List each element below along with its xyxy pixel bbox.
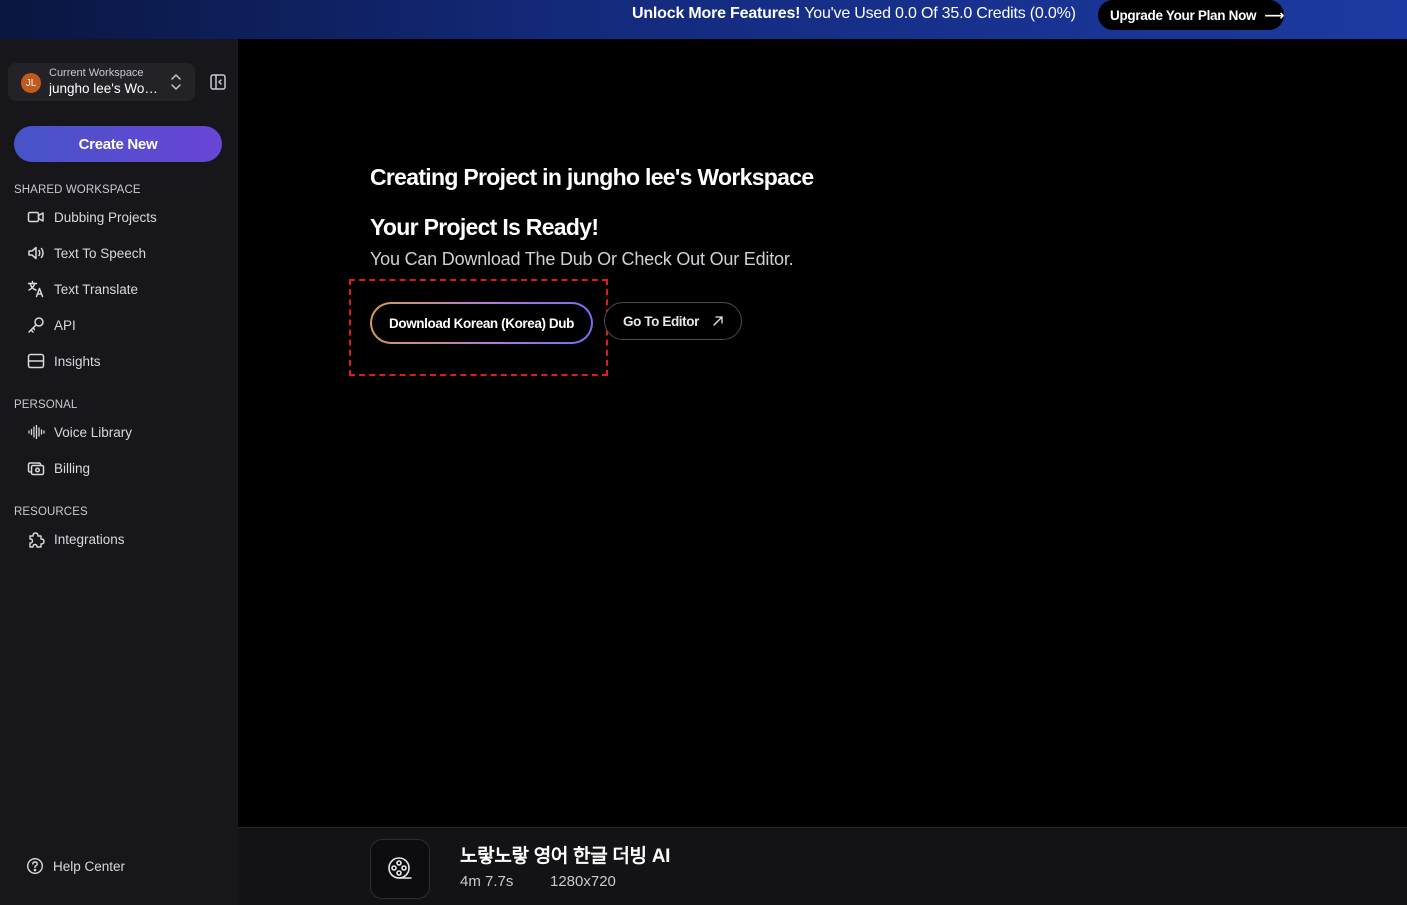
sidebar-item-label: Voice Library bbox=[54, 424, 133, 440]
arrow-right-icon: ⟶ bbox=[1264, 6, 1285, 23]
sidebar-item-label: Insights bbox=[54, 353, 101, 369]
question-circle-icon bbox=[26, 857, 44, 875]
banner-bold-text: Unlock More Features! bbox=[632, 5, 801, 22]
arrow-up-right-icon bbox=[713, 316, 723, 326]
sidebar-item-label: Integrations bbox=[54, 531, 125, 547]
section-personal: PERSONAL bbox=[14, 399, 78, 411]
video-thumbnail bbox=[370, 839, 430, 899]
sidebar-item-api[interactable]: API bbox=[26, 313, 76, 337]
speaker-icon bbox=[28, 246, 44, 260]
ready-subtitle: You Can Download The Dub Or Check Out Ou… bbox=[370, 249, 794, 269]
chevron-up-down-icon bbox=[171, 74, 181, 90]
sidebar-item-integrations[interactable]: Integrations bbox=[26, 527, 125, 551]
help-center-link[interactable]: Help Center bbox=[26, 854, 125, 878]
billing-icon bbox=[27, 462, 45, 476]
insights-icon bbox=[27, 353, 45, 369]
avatar: JL bbox=[21, 73, 41, 93]
waveform-icon bbox=[28, 424, 45, 440]
sidebar-item-dubbing-projects[interactable]: Dubbing Projects bbox=[26, 205, 157, 229]
sidebar-item-text-translate[interactable]: Text Translate bbox=[26, 277, 138, 301]
workspace-name: jungho lee's Workspace bbox=[49, 81, 159, 96]
key-icon bbox=[28, 317, 44, 333]
video-camera-icon bbox=[27, 211, 44, 223]
sidebar-item-voice-library[interactable]: Voice Library bbox=[26, 420, 132, 444]
upgrade-plan-button[interactable]: Upgrade Your Plan Now ⟶ bbox=[1098, 0, 1284, 30]
video-title: 노랗노랗 영어 한글 더빙 AI bbox=[460, 846, 671, 867]
go-to-editor-button[interactable]: Go To Editor bbox=[604, 302, 742, 340]
video-duration: 4m 7.7s bbox=[460, 873, 514, 890]
upgrade-banner: Unlock More Features! You've Used 0.0 Of… bbox=[0, 0, 1407, 39]
upgrade-plan-label: Upgrade Your Plan Now bbox=[1110, 7, 1257, 23]
section-shared-workspace: SHARED WORKSPACE bbox=[14, 184, 141, 196]
sidebar-item-insights[interactable]: Insights bbox=[26, 349, 101, 373]
sidebar-collapse-icon[interactable] bbox=[209, 73, 227, 91]
sidebar-item-label: API bbox=[54, 317, 76, 333]
sidebar-item-label: Text Translate bbox=[54, 281, 139, 297]
banner-message: Unlock More Features! You've Used 0.0 Of… bbox=[632, 5, 1076, 23]
go-to-editor-label: Go To Editor bbox=[623, 313, 699, 329]
film-reel-icon bbox=[388, 857, 412, 879]
page-title: Creating Project in jungho lee's Workspa… bbox=[370, 164, 814, 190]
sidebar-item-billing[interactable]: Billing bbox=[26, 456, 90, 480]
banner-usage-text: You've Used 0.0 Of 35.0 Credits (0.0%) bbox=[804, 5, 1076, 22]
sidebar: JL Current Workspace jungho lee's Worksp… bbox=[0, 39, 238, 905]
workspace-switcher[interactable]: JL Current Workspace jungho lee's Worksp… bbox=[8, 63, 195, 101]
ready-heading: Your Project Is Ready! bbox=[370, 214, 599, 240]
create-new-button[interactable]: Create New bbox=[14, 126, 222, 162]
sidebar-item-text-to-speech[interactable]: Text To Speech bbox=[26, 241, 146, 265]
translate-icon bbox=[27, 280, 44, 298]
puzzle-icon bbox=[29, 532, 45, 548]
video-info-bar: 노랗노랗 영어 한글 더빙 AI 4m 7.7s 1280x720 bbox=[238, 827, 1407, 905]
download-dub-button[interactable]: Download Korean (Korea) Dub bbox=[370, 302, 593, 344]
section-resources: RESOURCES bbox=[14, 506, 88, 518]
video-resolution: 1280x720 bbox=[550, 873, 616, 890]
sidebar-item-label: Billing bbox=[54, 460, 91, 476]
workspace-caption: Current Workspace bbox=[49, 67, 144, 79]
sidebar-item-label: Dubbing Projects bbox=[54, 209, 157, 225]
sidebar-item-label: Text To Speech bbox=[54, 245, 147, 261]
help-center-label: Help Center bbox=[53, 858, 126, 874]
